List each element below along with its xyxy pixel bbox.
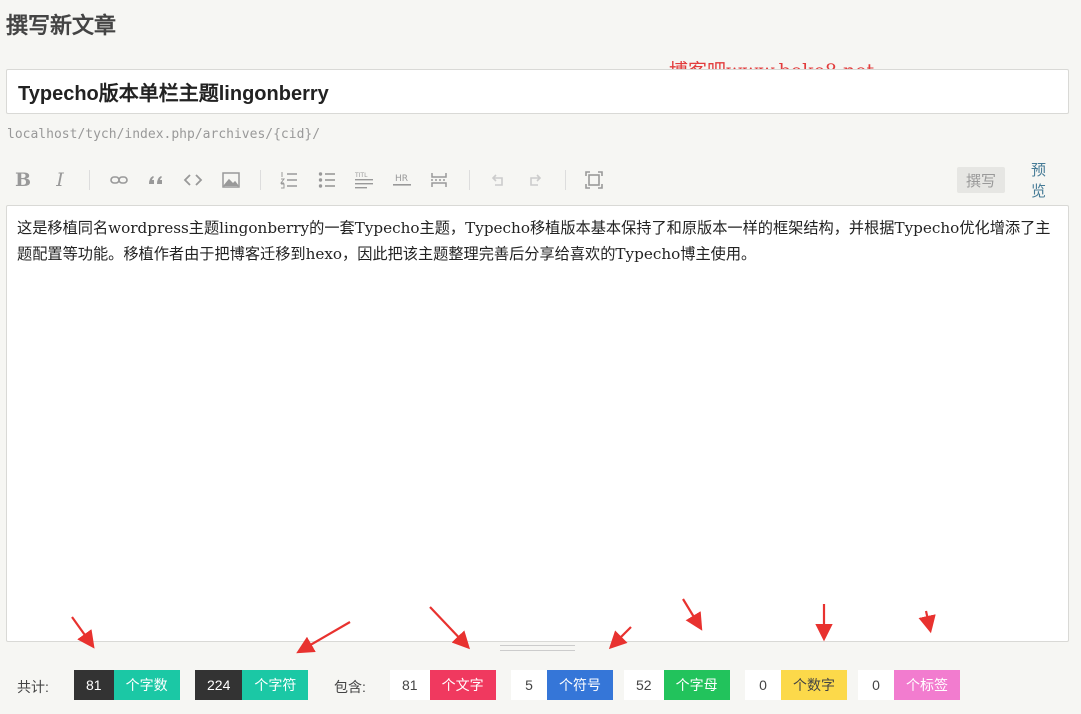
toolbar-divider — [89, 170, 90, 190]
contains-label: 包含: — [334, 679, 366, 695]
editor-resize-handle[interactable] — [500, 645, 575, 651]
hr-icon[interactable]: HR — [388, 166, 416, 194]
cjk-count-badge: 81 个文字 — [390, 670, 496, 700]
permalink[interactable]: localhost/tych/index.php/archives/{cid}/ — [7, 127, 320, 142]
total-label: 共计: — [17, 679, 49, 695]
cjk-count-value: 81 — [390, 670, 430, 700]
ordered-list-icon[interactable] — [275, 166, 303, 194]
word-count-label: 个字数 — [113, 670, 180, 700]
char-count-label: 个字符 — [242, 670, 309, 700]
tab-write[interactable]: 撰写 — [957, 167, 1006, 193]
post-content-editor[interactable]: 这是移植同名wordpress主题lingonberry的一套Typecho主题… — [6, 205, 1069, 642]
post-title-input[interactable] — [6, 69, 1069, 114]
svg-text:HR: HR — [395, 174, 408, 184]
digit-count-value: 0 — [745, 670, 781, 700]
heading-icon[interactable]: TITL — [350, 166, 378, 194]
image-icon[interactable] — [217, 166, 245, 194]
symbol-count-badge: 5 个符号 — [511, 670, 613, 700]
cjk-count-label: 个文字 — [429, 670, 496, 700]
digit-count-badge: 0 个数字 — [745, 670, 847, 700]
italic-icon[interactable]: I — [46, 166, 74, 194]
toolbar-divider — [565, 170, 566, 190]
more-icon[interactable] — [425, 166, 453, 194]
symbol-count-label: 个符号 — [547, 670, 613, 700]
bold-icon[interactable]: B — [9, 166, 37, 194]
fullscreen-icon[interactable] — [580, 166, 608, 194]
quote-icon[interactable] — [142, 166, 170, 194]
tag-count-label: 个标签 — [894, 670, 960, 700]
unordered-list-icon[interactable] — [313, 166, 341, 194]
tab-preview[interactable]: 预览 — [1022, 162, 1069, 200]
page-title: 撰写新文章 — [6, 13, 117, 38]
word-count-value: 81 — [74, 670, 114, 700]
letter-count-label: 个字母 — [663, 670, 730, 700]
tag-count-badge: 0 个标签 — [858, 670, 960, 700]
redo-icon[interactable] — [521, 166, 549, 194]
undo-icon[interactable] — [484, 166, 512, 194]
svg-text:TITL: TITL — [354, 172, 368, 179]
code-icon[interactable] — [179, 166, 207, 194]
tag-count-value: 0 — [858, 670, 894, 700]
toolbar-divider — [469, 170, 470, 190]
digit-count-label: 个数字 — [781, 670, 847, 700]
symbol-count-value: 5 — [511, 670, 547, 700]
letter-count-badge: 52 个字母 — [624, 670, 730, 700]
char-count-value: 224 — [195, 670, 243, 700]
editor-toolbar: B I TITL HR 撰写 预览 — [6, 162, 1069, 200]
toolbar-divider — [260, 170, 261, 190]
char-count-badge: 224 个字符 — [195, 670, 309, 700]
letter-count-value: 52 — [624, 670, 664, 700]
link-icon[interactable] — [105, 166, 133, 194]
word-count-badge: 81 个字数 — [74, 670, 180, 700]
